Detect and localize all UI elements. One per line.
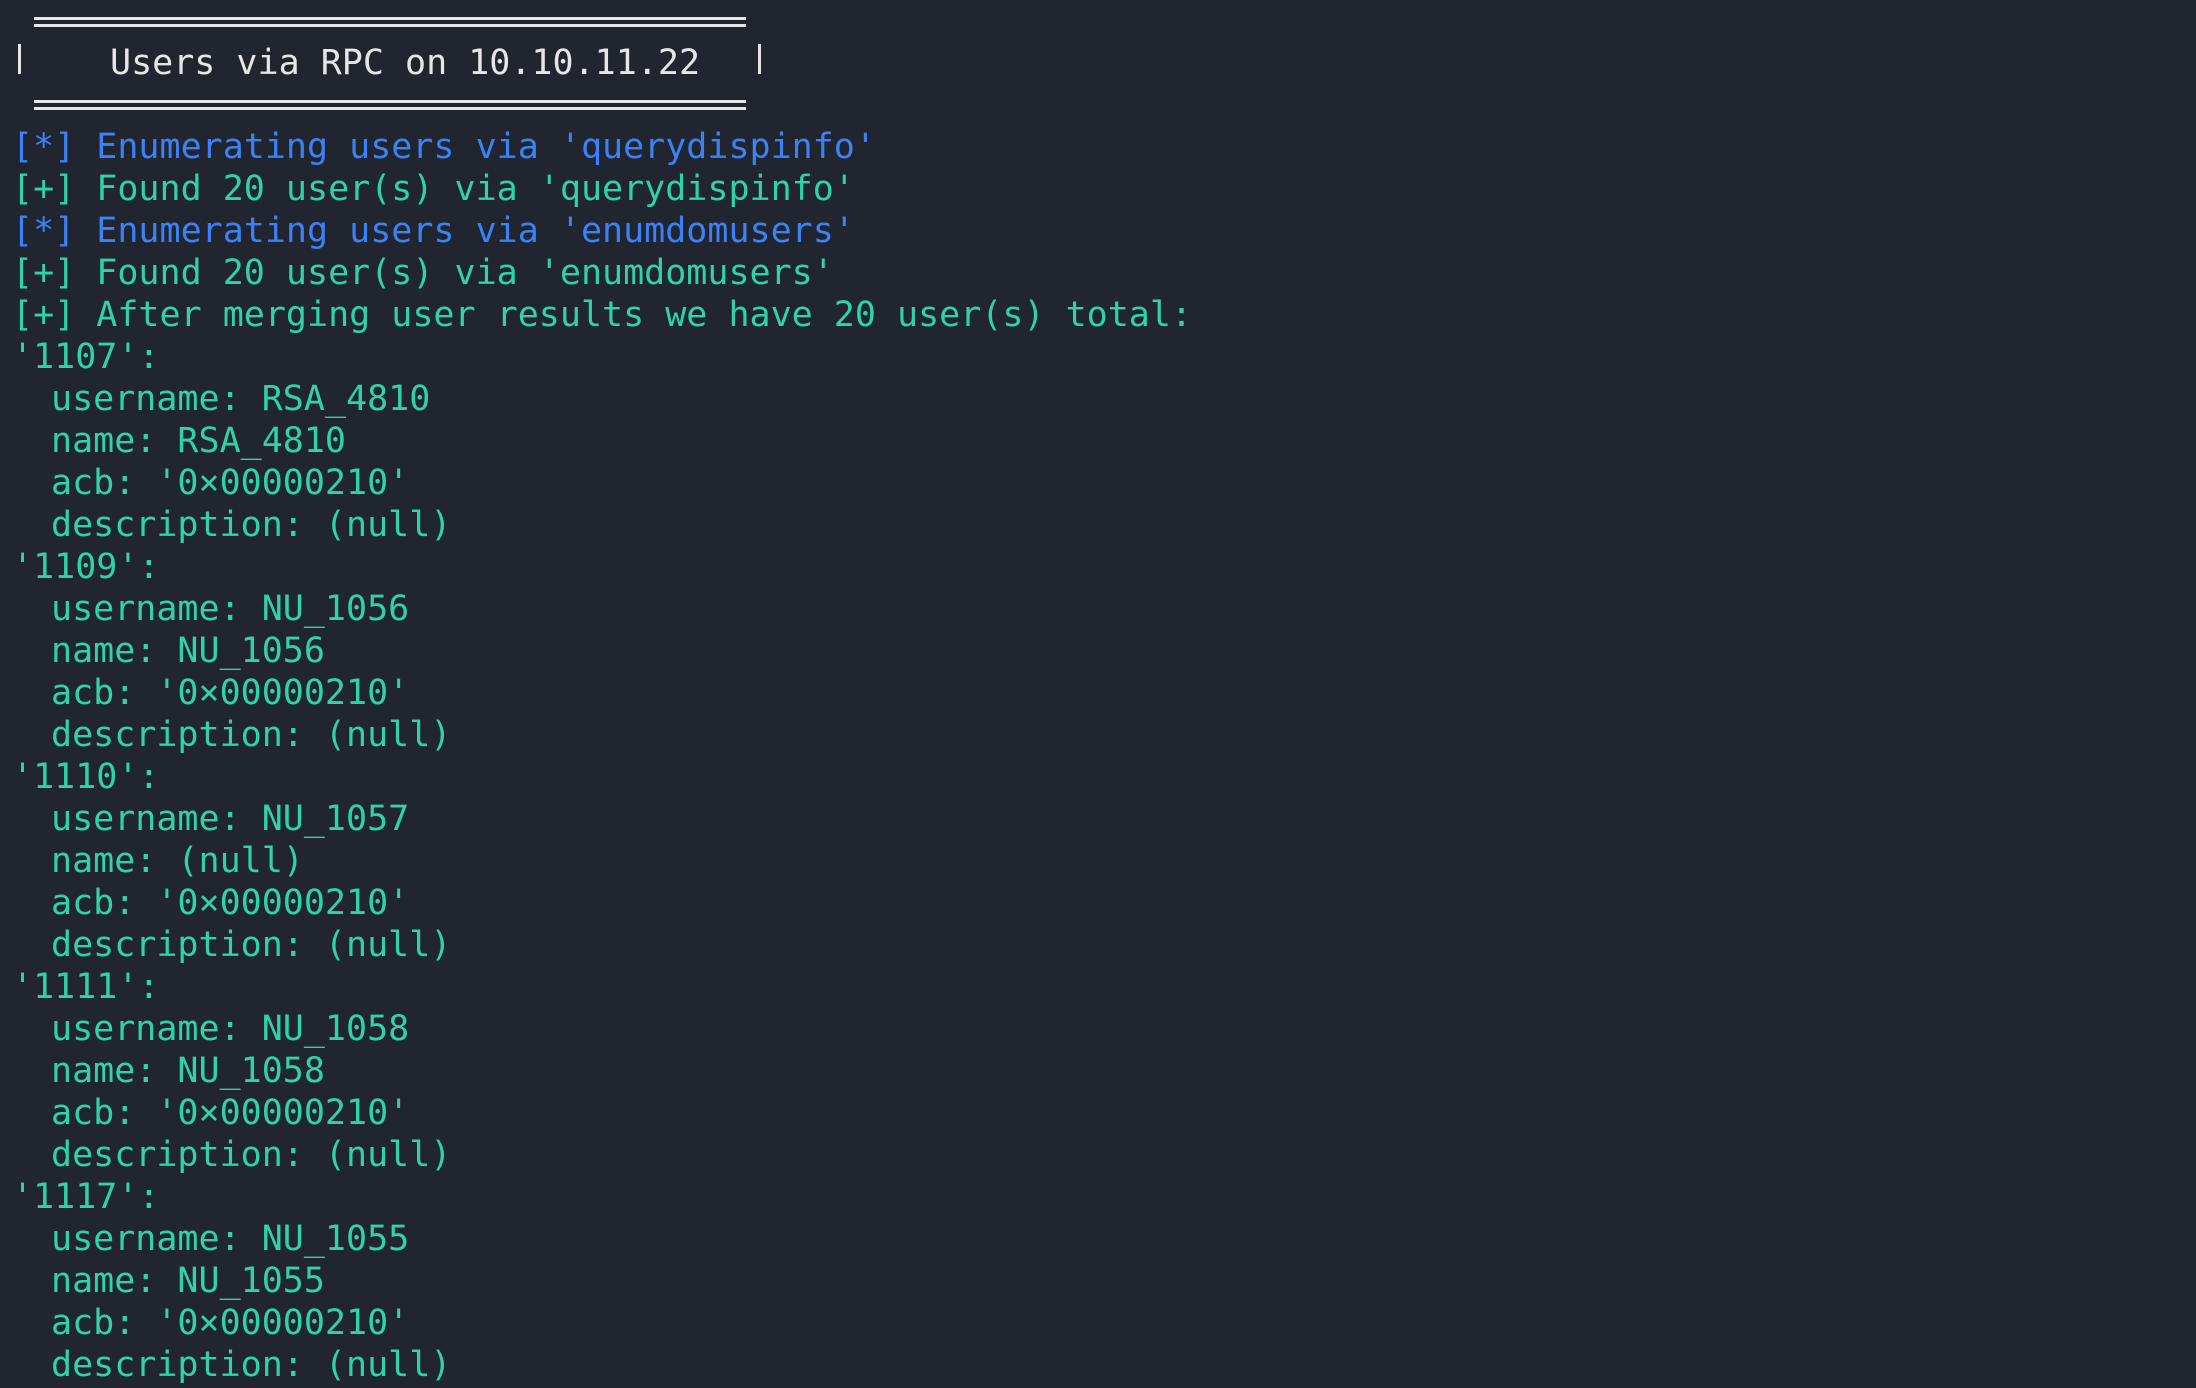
banner-right-bar <box>758 44 761 74</box>
user-description: description: (null) <box>51 715 452 755</box>
log-line: [*] Enumerating users via 'enumdomusers' <box>12 211 855 251</box>
user-name: name: (null) <box>51 841 304 881</box>
user-acb: acb: '0×00000210' <box>51 463 410 503</box>
user-description: description: (null) <box>51 1345 452 1385</box>
user-username: username: NU_1056 <box>51 589 410 629</box>
user-acb: acb: '0×00000210' <box>51 883 410 923</box>
banner-bottom-rule <box>34 100 746 110</box>
user-rid: '1109': <box>12 547 160 587</box>
banner-left-bar <box>18 44 21 74</box>
log-line: [+] Found 20 user(s) via 'querydispinfo' <box>12 169 855 209</box>
user-name: name: NU_1058 <box>51 1051 325 1091</box>
user-username: username: NU_1055 <box>51 1219 410 1259</box>
user-username: username: NU_1058 <box>51 1009 410 1049</box>
user-username: username: NU_1057 <box>51 799 410 839</box>
banner-top-rule <box>34 17 746 27</box>
user-username: username: RSA_4810 <box>51 379 431 419</box>
user-name: name: NU_1056 <box>51 631 325 671</box>
banner-title: Users via RPC on 10.10.11.22 <box>110 43 701 83</box>
user-acb: acb: '0×00000210' <box>51 1303 410 1343</box>
user-description: description: (null) <box>51 505 452 545</box>
user-acb: acb: '0×00000210' <box>51 1093 410 1133</box>
user-description: description: (null) <box>51 925 452 965</box>
terminal-output[interactable]: Users via RPC on 10.10.11.22 [*] Enumera… <box>0 0 2196 1388</box>
log-line: [+] After merging user results we have 2… <box>12 295 1193 335</box>
user-rid: '1107': <box>12 337 160 377</box>
log-line: [*] Enumerating users via 'querydispinfo… <box>12 127 876 167</box>
user-description: description: (null) <box>51 1135 452 1175</box>
user-rid: '1111': <box>12 967 160 1007</box>
log-line: [+] Found 20 user(s) via 'enumdomusers' <box>12 253 834 293</box>
user-name: name: NU_1055 <box>51 1261 325 1301</box>
user-rid: '1110': <box>12 757 160 797</box>
user-acb: acb: '0×00000210' <box>51 673 410 713</box>
user-name: name: RSA_4810 <box>51 421 347 461</box>
user-rid: '1117': <box>12 1177 160 1217</box>
